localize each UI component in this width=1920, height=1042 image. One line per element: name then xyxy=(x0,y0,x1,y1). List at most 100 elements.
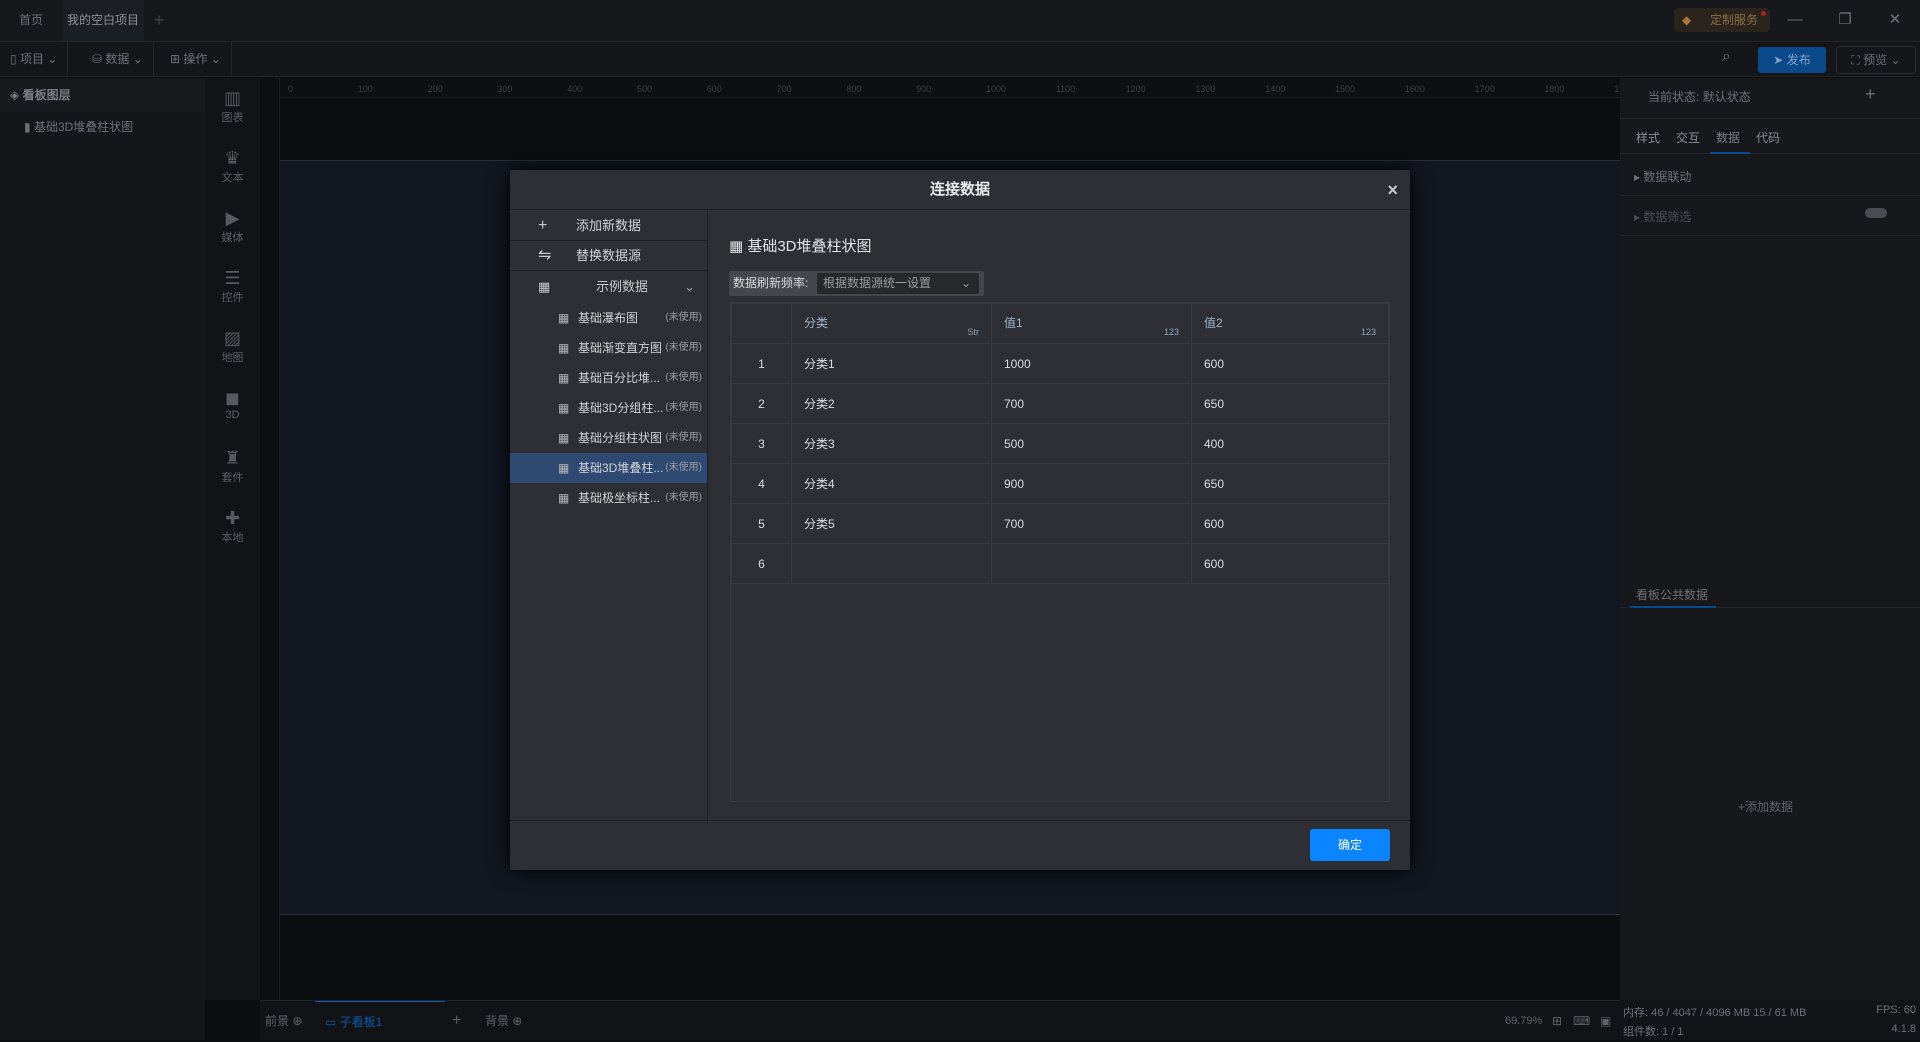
ruler-tick-label: 0 xyxy=(288,84,294,94)
dataset-item[interactable]: ▦ 基础极坐标柱... (未使用) xyxy=(510,483,707,513)
type-number-icon: 123 xyxy=(1360,327,1376,337)
table-cell[interactable]: 600 xyxy=(1191,343,1389,384)
row-index: 6 xyxy=(731,543,792,584)
publish-button[interactable]: ➤ 发布 xyxy=(1758,47,1826,73)
add-state-icon[interactable]: + xyxy=(1865,84,1876,105)
restore-icon[interactable]: ❐ xyxy=(1830,8,1860,32)
table-cell[interactable]: 分类2 xyxy=(791,383,992,424)
column-header[interactable]: 分类 Str xyxy=(791,303,992,344)
ruler-tick-label: 1000 xyxy=(986,84,1007,94)
tab-interaction[interactable]: 交互 xyxy=(1676,129,1700,146)
media-tool[interactable]: ▶ 媒体 xyxy=(205,208,260,245)
menu-project[interactable]: ▯ 项目 ⌄ xyxy=(0,42,69,76)
ruler-tick-label: 1500 xyxy=(1335,84,1356,94)
add-new-data-button[interactable]: + 添加新数据 xyxy=(510,211,707,241)
add-board-button[interactable]: + xyxy=(452,1001,461,1041)
layer-item[interactable]: ▮ 基础3D堆叠柱状图 xyxy=(0,112,205,142)
map-tool[interactable]: ▨ 地图 xyxy=(205,328,260,365)
background-tab[interactable]: 背景 ⊕ xyxy=(485,1001,522,1041)
minimize-icon[interactable]: — xyxy=(1780,8,1810,32)
dataset-item[interactable]: ▦ 基础百分比堆... (未使用) xyxy=(510,363,707,393)
table-cell[interactable] xyxy=(991,543,1192,584)
map-icon: ▨ xyxy=(223,328,241,348)
dataset-item[interactable]: ▦ 基础3D堆叠柱... (未使用) xyxy=(510,453,707,483)
table-cell[interactable]: 700 xyxy=(991,383,1192,424)
chevron-down-icon: ⌄ xyxy=(960,276,971,290)
table-cell[interactable]: 分类5 xyxy=(791,503,992,544)
column-header[interactable]: 值1 123 xyxy=(991,303,1192,344)
dataset-item[interactable]: ▦ 基础3D分组柱... (未使用) xyxy=(510,393,707,423)
table-cell[interactable]: 600 xyxy=(1191,503,1389,544)
sample-data-group[interactable]: ▦ 示例数据 ⌄ xyxy=(510,271,707,303)
dataset-item[interactable]: ▦ 基础瀑布图 (未使用) xyxy=(510,303,707,333)
ruler-tick-label: 1200 xyxy=(1125,84,1146,94)
tab-code[interactable]: 代码 xyxy=(1756,129,1780,146)
confirm-button[interactable]: 确定 xyxy=(1310,829,1390,861)
data-linkage-section[interactable]: ▸ 数据联动 xyxy=(1620,156,1920,196)
dataset-item[interactable]: ▦ 基础分组柱状图 (未使用) xyxy=(510,423,707,453)
table-cell[interactable]: 700 xyxy=(991,503,1192,544)
3d-tool[interactable]: ◼ 3D xyxy=(205,388,260,421)
table-cell[interactable]: 900 xyxy=(991,463,1192,504)
table-cell[interactable]: 600 xyxy=(1191,543,1389,584)
component-count: 组件数: 1 / 1 xyxy=(1623,1026,1684,1038)
tab-style[interactable]: 样式 xyxy=(1636,129,1660,146)
table-cell[interactable]: 650 xyxy=(1191,383,1389,424)
table-row: 3 分类3 500 400 xyxy=(731,423,1389,464)
zoom-level[interactable]: 69.79% xyxy=(1505,1001,1542,1041)
table-icon: ▦ xyxy=(558,371,570,385)
preview-button[interactable]: ⛶ 预览 ⌄ xyxy=(1836,46,1916,74)
table-cell[interactable]: 分类4 xyxy=(791,463,992,504)
table-row: 5 分类5 700 600 xyxy=(731,503,1389,544)
foreground-tab[interactable]: 前景 ⊕ xyxy=(265,1001,302,1041)
terminal-icon[interactable]: ▣ xyxy=(1600,1001,1611,1041)
tab-data[interactable]: 数据 xyxy=(1716,129,1740,146)
widget-tool[interactable]: ☰ 控件 xyxy=(205,268,260,305)
add-tab-button[interactable]: + xyxy=(144,0,174,41)
shirt-icon: ♜ xyxy=(224,448,241,468)
panel-tabs: 样式 交互 数据 代码 xyxy=(1620,118,1920,154)
table-cell[interactable]: 分类3 xyxy=(791,423,992,464)
swap-icon: ⇋ xyxy=(538,247,552,264)
table-cell[interactable]: 500 xyxy=(991,423,1192,464)
data-table: 分类 Str 值1 123 值2 123 1 分类1 1000 600 2 分类2 700 650 3… xyxy=(730,302,1390,802)
close-window-icon[interactable]: ✕ xyxy=(1880,8,1910,32)
table-cell[interactable]: 分类1 xyxy=(791,343,992,384)
close-icon[interactable]: × xyxy=(1387,170,1398,210)
replace-datasource-button[interactable]: ⇋ 替换数据源 xyxy=(510,241,707,271)
column-header[interactable]: 值2 123 xyxy=(1191,303,1389,344)
add-data-button[interactable]: +添加数据 xyxy=(1738,798,1793,815)
dataset-name: 基础3D分组柱... xyxy=(578,401,664,415)
keyboard-icon[interactable]: ⌨ xyxy=(1573,1001,1590,1041)
custom-service-button[interactable]: ◆ 定制服务 xyxy=(1674,8,1770,32)
chart-tool[interactable]: ▥ 图表 xyxy=(205,88,260,125)
refresh-rate-select[interactable]: 根据数据源统一设置 ⌄ xyxy=(817,273,979,294)
dataset-item[interactable]: ▦ 基础渐变直方图 (未使用) xyxy=(510,333,707,363)
table-icon: ▦ xyxy=(558,401,570,415)
bar-chart-icon: ▥ xyxy=(223,88,241,108)
table-cell[interactable]: 400 xyxy=(1191,423,1389,464)
menu-data[interactable]: ⛁ 数据 ⌄ xyxy=(82,42,154,76)
table-cell[interactable]: 1000 xyxy=(991,343,1192,384)
table-cell[interactable] xyxy=(791,543,992,584)
fit-screen-icon[interactable]: ⊞ xyxy=(1552,1001,1562,1041)
public-data-tabs: 看板公共数据 xyxy=(1620,578,1920,608)
table-icon: ▦ xyxy=(558,461,570,475)
row-index: 4 xyxy=(731,463,792,504)
component-toolbar: ▥ 图表 ♛ 文本 ▶ 媒体 ☰ 控件 ▨ 地图 ◼ 3D ♜ 套件 ✚ 本地 xyxy=(205,78,260,1000)
search-icon[interactable]: ⌕ xyxy=(1722,48,1731,66)
menu-operation[interactable]: ⊞ 操作 ⌄ xyxy=(160,42,232,76)
sub-board-tab[interactable]: ▭ 子看板1 xyxy=(315,1001,445,1041)
tab-project[interactable]: 我的空白项目 xyxy=(62,0,144,65)
row-index: 1 xyxy=(731,343,792,384)
text-tool[interactable]: ♛ 文本 xyxy=(205,148,260,185)
local-tool[interactable]: ✚ 本地 xyxy=(205,508,260,545)
tab-home[interactable]: 首页 xyxy=(0,0,62,41)
ruler-tick-label: 800 xyxy=(846,84,862,94)
dialog-title: 连接数据 xyxy=(929,181,990,198)
kit-tool[interactable]: ♜ 套件 xyxy=(205,448,260,485)
table-cell[interactable]: 650 xyxy=(1191,463,1389,504)
tab-public-data[interactable]: 看板公共数据 xyxy=(1636,586,1708,603)
dataset-title: ▦ 基础3D堆叠柱状图 xyxy=(729,238,872,255)
filter-toggle[interactable] xyxy=(1865,208,1887,218)
